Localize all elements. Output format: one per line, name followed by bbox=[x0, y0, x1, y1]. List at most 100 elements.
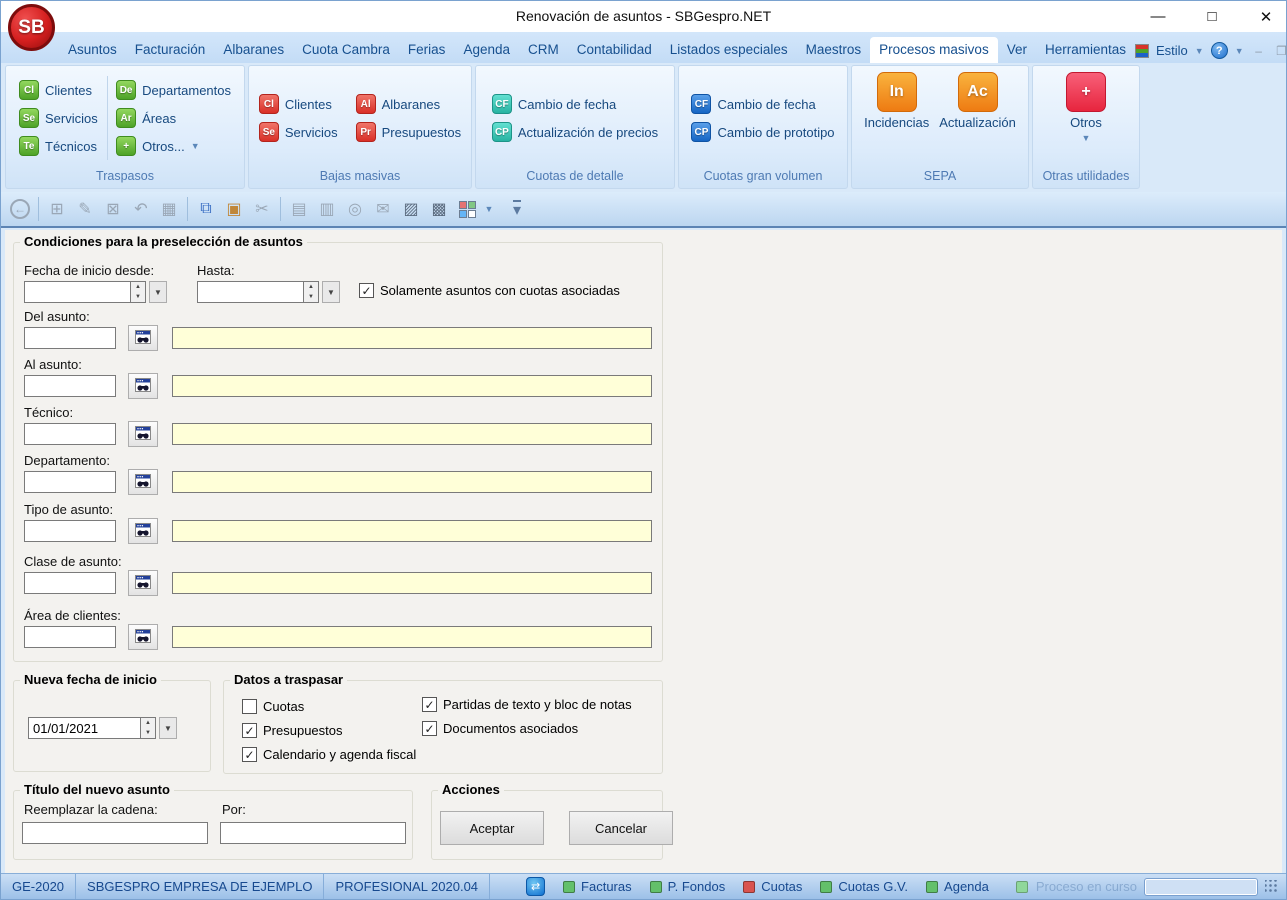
status-link-cuotas[interactable]: Cuotas bbox=[743, 879, 802, 894]
cambio-fecha-button[interactable]: CFCambio de fecha bbox=[489, 92, 661, 116]
edit-icon[interactable]: ✎ bbox=[72, 196, 98, 222]
calendario-checkbox[interactable]: ✓ Calendario y agenda fiscal bbox=[242, 747, 416, 762]
tab-crm[interactable]: CRM bbox=[519, 37, 568, 63]
status-link-facturas[interactable]: Facturas bbox=[563, 879, 632, 894]
otros-utilidades-button[interactable]: + Otros ▼ bbox=[1062, 70, 1110, 145]
traspasos-clientes-button[interactable]: ClClientes bbox=[16, 78, 101, 102]
mdi-minimize-button[interactable]: – bbox=[1251, 44, 1267, 58]
gv-cambio-prototipo-button[interactable]: CPCambio de prototipo bbox=[688, 120, 837, 144]
back-icon[interactable]: ← bbox=[7, 196, 33, 222]
tab-albaranes[interactable]: Albaranes bbox=[214, 37, 293, 63]
fecha-desde-input[interactable] bbox=[24, 281, 130, 303]
report-icon[interactable]: ▨ bbox=[398, 196, 424, 222]
clase-asunto-lookup-button[interactable] bbox=[128, 570, 158, 596]
tab-herramientas[interactable]: Herramientas bbox=[1036, 37, 1135, 63]
send-icon[interactable]: ✉ bbox=[370, 196, 396, 222]
aceptar-button[interactable]: Aceptar bbox=[440, 811, 544, 845]
cut-icon[interactable]: ✂ bbox=[249, 196, 275, 222]
mdi-restore-button[interactable]: ❐ bbox=[1274, 44, 1287, 58]
area-clientes-lookup-button[interactable] bbox=[128, 624, 158, 650]
resize-grip[interactable] bbox=[1265, 880, 1278, 893]
nueva-fecha-dropdown[interactable]: ▼ bbox=[159, 717, 177, 739]
status-link-p-fondos[interactable]: P. Fondos bbox=[650, 879, 726, 894]
save-icon[interactable]: ▦ bbox=[156, 196, 182, 222]
fecha-desde-dropdown[interactable]: ▼ bbox=[149, 281, 167, 303]
bajas-albaranes-button[interactable]: AlAlbaranes bbox=[353, 92, 465, 116]
tab-cuota-cambra[interactable]: Cuota Cambra bbox=[293, 37, 399, 63]
por-input[interactable] bbox=[220, 822, 406, 844]
nueva-fecha-input[interactable] bbox=[28, 717, 140, 739]
del-asunto-lookup-button[interactable] bbox=[128, 325, 158, 351]
hasta-input[interactable] bbox=[197, 281, 303, 303]
close-button[interactable]: ✕ bbox=[1252, 8, 1280, 26]
style-caret-icon[interactable]: ▼ bbox=[1195, 46, 1204, 56]
tipo-asunto-lookup-button[interactable] bbox=[128, 518, 158, 544]
ribbon-group-traspasos: ClClientes SeServicios TeTécnicos DeDepa… bbox=[5, 65, 245, 189]
print-setup-icon[interactable]: ▥ bbox=[314, 196, 340, 222]
departamento-lookup-button[interactable] bbox=[128, 469, 158, 495]
minimize-button[interactable]: — bbox=[1144, 8, 1172, 25]
tab-agenda[interactable]: Agenda bbox=[454, 37, 519, 63]
al-asunto-lookup-button[interactable] bbox=[128, 373, 158, 399]
nueva-fecha-spinner[interactable]: ▲▼ bbox=[140, 717, 156, 739]
tab-procesos-masivos[interactable]: Procesos masivos bbox=[870, 37, 998, 63]
al-asunto-input[interactable] bbox=[24, 375, 116, 397]
otros-icon: + bbox=[116, 136, 136, 156]
tab-facturacion[interactable]: Facturación bbox=[126, 37, 215, 63]
delete-icon[interactable]: ⊠ bbox=[100, 196, 126, 222]
preview-icon[interactable]: ◎ bbox=[342, 196, 368, 222]
tab-ver[interactable]: Ver bbox=[998, 37, 1036, 63]
documentos-checkbox[interactable]: ✓ Documentos asociados bbox=[422, 721, 578, 736]
traspasos-areas-button[interactable]: ArÁreas bbox=[113, 106, 234, 130]
layout-caret-icon[interactable]: ▼ bbox=[482, 196, 496, 222]
tecnico-input[interactable] bbox=[24, 423, 116, 445]
help-icon[interactable]: ? bbox=[1211, 42, 1228, 59]
bajas-servicios-button[interactable]: SeServicios bbox=[256, 120, 341, 144]
area-clientes-input[interactable] bbox=[24, 626, 116, 648]
tab-asuntos[interactable]: Asuntos bbox=[59, 37, 126, 63]
cancelar-button[interactable]: Cancelar bbox=[569, 811, 673, 845]
traspasos-servicios-button[interactable]: SeServicios bbox=[16, 106, 101, 130]
status-link-cuotas-gv[interactable]: Cuotas G.V. bbox=[820, 879, 908, 894]
copy-icon[interactable]: ⧉ bbox=[193, 196, 219, 222]
actualizacion-precios-button[interactable]: CPActualización de precios bbox=[489, 120, 661, 144]
hasta-dropdown[interactable]: ▼ bbox=[322, 281, 340, 303]
sepa-incidencias-button[interactable]: In Incidencias bbox=[860, 70, 933, 132]
cuotas-checkbox[interactable]: Cuotas bbox=[242, 699, 304, 714]
del-asunto-input[interactable] bbox=[24, 327, 116, 349]
tecnico-lookup-button[interactable] bbox=[128, 421, 158, 447]
style-menu[interactable]: Estilo bbox=[1156, 43, 1188, 58]
hasta-spinner[interactable]: ▲▼ bbox=[303, 281, 319, 303]
maximize-button[interactable]: □ bbox=[1198, 8, 1226, 25]
overflow-icon[interactable]: ▾ bbox=[504, 196, 530, 222]
tipo-asunto-input[interactable] bbox=[24, 520, 116, 542]
layout-icon[interactable] bbox=[454, 196, 480, 222]
traspasos-departamentos-button[interactable]: DeDepartamentos bbox=[113, 78, 234, 102]
departamento-input[interactable] bbox=[24, 471, 116, 493]
actualizacion-precios-icon: CP bbox=[492, 122, 512, 142]
tab-contabilidad[interactable]: Contabilidad bbox=[568, 37, 661, 63]
undo-icon[interactable]: ↶ bbox=[128, 196, 154, 222]
gv-cambio-fecha-button[interactable]: CFCambio de fecha bbox=[688, 92, 837, 116]
tab-ferias[interactable]: Ferias bbox=[399, 37, 455, 63]
tab-listados-especiales[interactable]: Listados especiales bbox=[661, 37, 797, 63]
reemplazar-input[interactable] bbox=[22, 822, 208, 844]
paste-icon[interactable]: ▣ bbox=[221, 196, 247, 222]
grid-icon[interactable]: ▩ bbox=[426, 196, 452, 222]
new-icon[interactable]: ⊞ bbox=[44, 196, 70, 222]
status-link-agenda[interactable]: Agenda bbox=[926, 879, 989, 894]
bajas-presupuestos-button[interactable]: PrPresupuestos bbox=[353, 120, 465, 144]
traspasos-otros-button[interactable]: +Otros...▼ bbox=[113, 134, 234, 158]
bajas-clientes-button[interactable]: ClClientes bbox=[256, 92, 341, 116]
traspasos-tecnicos-button[interactable]: TeTécnicos bbox=[16, 134, 101, 158]
help-caret-icon[interactable]: ▼ bbox=[1235, 46, 1244, 56]
clase-asunto-input[interactable] bbox=[24, 572, 116, 594]
print-icon[interactable]: ▤ bbox=[286, 196, 312, 222]
presupuestos-checkbox[interactable]: ✓ Presupuestos bbox=[242, 723, 343, 738]
sepa-actualizacion-button[interactable]: Ac Actualización bbox=[935, 70, 1020, 132]
tab-maestros[interactable]: Maestros bbox=[797, 37, 871, 63]
fecha-desde-spinner[interactable]: ▲▼ bbox=[130, 281, 146, 303]
solo-cuotas-checkbox[interactable]: ✓ Solamente asuntos con cuotas asociadas bbox=[359, 283, 620, 298]
remote-support-icon[interactable]: ⇄ bbox=[526, 877, 545, 896]
partidas-texto-checkbox[interactable]: ✓ Partidas de texto y bloc de notas bbox=[422, 697, 632, 712]
